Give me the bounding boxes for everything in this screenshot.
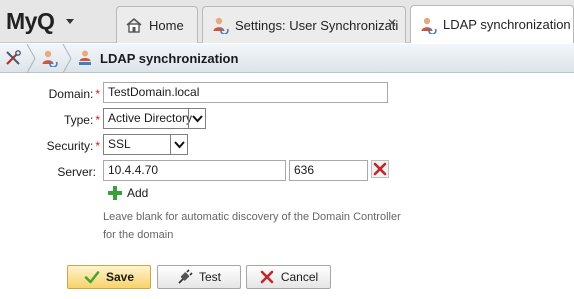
- chevron-down-icon: [174, 141, 185, 149]
- tab-ldap-synchronization[interactable]: LDAP synchronization: [410, 5, 574, 43]
- user-sync-icon[interactable]: [40, 49, 58, 67]
- user-sync-icon: [213, 17, 229, 34]
- hint-text: Leave blank for automatic discovery of t…: [103, 211, 401, 241]
- security-select[interactable]: SSL: [103, 134, 188, 155]
- tab-user-synchronization[interactable]: Settings: User Synchronizati ✕: [202, 6, 406, 43]
- required-marker: *: [95, 87, 100, 101]
- breadcrumb-separator: [62, 43, 72, 73]
- page-title: LDAP synchronization: [100, 50, 239, 66]
- server-port-input[interactable]: 636: [289, 160, 368, 181]
- plug-icon: [178, 269, 193, 284]
- dropdown-arrow[interactable]: [170, 135, 187, 154]
- server-label: Server:: [57, 165, 96, 179]
- required-marker: *: [95, 113, 100, 127]
- close-icon[interactable]: ✕: [386, 17, 398, 29]
- type-select[interactable]: Active Directory: [103, 108, 206, 129]
- app-menu[interactable]: MyQ: [6, 7, 75, 34]
- add-server-button[interactable]: Add: [108, 186, 148, 200]
- security-label: Security: *: [46, 139, 100, 153]
- ldap-sync-icon: [79, 50, 91, 65]
- chevron-down-icon: [66, 18, 75, 24]
- domain-input[interactable]: TestDomain.local: [103, 82, 388, 103]
- add-label: Add: [127, 186, 149, 200]
- dropdown-arrow[interactable]: [188, 109, 205, 128]
- myq-logo: MyQ: [6, 7, 55, 34]
- delete-icon[interactable]: [371, 160, 389, 178]
- required-marker: *: [95, 139, 100, 153]
- domain-label: Domain: *: [48, 87, 100, 101]
- tab-label: Home: [149, 17, 184, 33]
- tab-label: Settings: User Synchronizati: [235, 17, 399, 33]
- user-sync-icon: [421, 17, 437, 34]
- tab-label: LDAP synchronization: [443, 17, 571, 32]
- save-button[interactable]: Save: [67, 265, 151, 289]
- close-icon: [260, 270, 274, 284]
- plus-icon: [108, 186, 122, 200]
- type-label: Type: *: [63, 113, 100, 127]
- test-button[interactable]: Test: [157, 265, 241, 289]
- home-icon: [126, 17, 142, 33]
- checkmark-icon: [84, 271, 100, 284]
- cancel-button[interactable]: Cancel: [246, 265, 331, 289]
- server-host-input[interactable]: 10.4.4.70: [103, 160, 286, 181]
- top-bar: MyQ Home Settings: User Synchronizati ✕ …: [0, 0, 574, 43]
- chevron-down-icon: [192, 115, 203, 123]
- breadcrumb-separator: [26, 43, 36, 73]
- tools-icon[interactable]: [4, 49, 22, 67]
- breadcrumb: LDAP synchronization: [0, 43, 574, 73]
- tab-home[interactable]: Home: [116, 6, 198, 43]
